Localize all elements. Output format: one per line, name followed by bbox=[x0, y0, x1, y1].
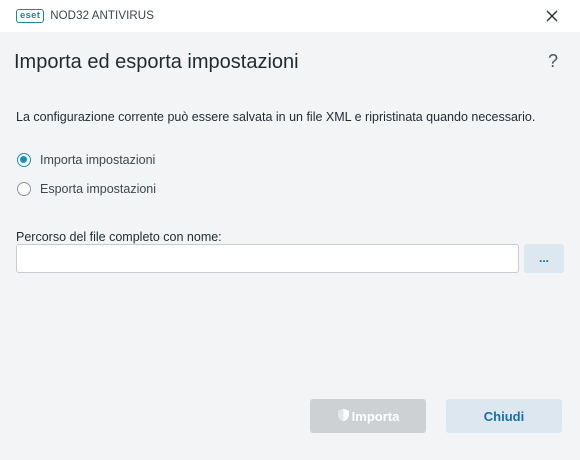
close-button[interactable]: Chiudi bbox=[446, 399, 562, 433]
import-settings-radio[interactable]: Importa impostazioni bbox=[17, 153, 155, 167]
import-button-label: Importa bbox=[351, 408, 400, 424]
shield-icon bbox=[337, 408, 350, 425]
dialog-title: Importa ed esporta impostazioni bbox=[14, 51, 299, 73]
product-name: NOD32 ANTIVIRUS bbox=[50, 10, 154, 22]
browse-button[interactable]: ... bbox=[524, 244, 564, 273]
import-button[interactable]: Importa bbox=[310, 399, 426, 433]
import-settings-label: Importa impostazioni bbox=[40, 153, 156, 167]
help-button[interactable]: ? bbox=[548, 51, 558, 72]
export-settings-label: Esporta impostazioni bbox=[40, 182, 157, 196]
dialog-description: La configurazione corrente può essere sa… bbox=[16, 110, 536, 124]
file-path-label: Percorso del file completo con nome: bbox=[16, 230, 222, 244]
radio-selected-icon[interactable] bbox=[17, 153, 31, 167]
eset-logo: eset bbox=[16, 9, 45, 23]
app-logo: eset NOD32 ANTIVIRUS bbox=[16, 9, 154, 23]
close-icon bbox=[546, 10, 558, 22]
file-path-input[interactable] bbox=[16, 244, 519, 273]
export-settings-radio[interactable]: Esporta impostazioni bbox=[17, 182, 156, 196]
title-bar: eset NOD32 ANTIVIRUS bbox=[0, 0, 580, 32]
radio-unselected-icon[interactable] bbox=[17, 182, 31, 196]
window-close-button[interactable] bbox=[544, 8, 560, 24]
